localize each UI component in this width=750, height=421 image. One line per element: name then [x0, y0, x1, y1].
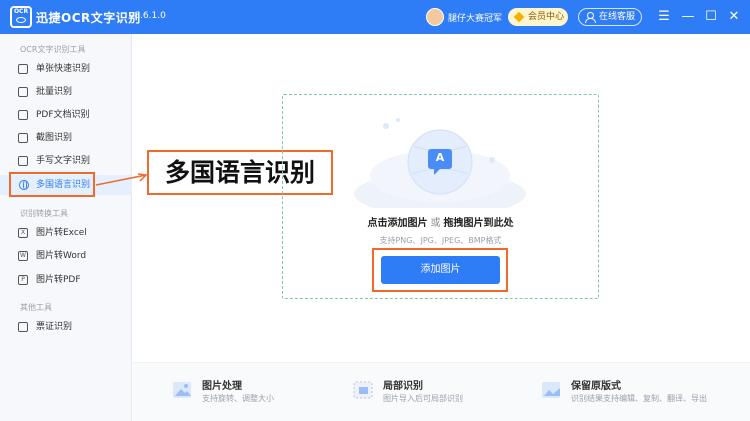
drop-prompt-or: 或 [430, 218, 441, 229]
app-logo: OCR [10, 6, 32, 28]
sidebar-item-screenshot[interactable]: 截图识别 [14, 128, 124, 148]
pdf-convert-icon: P [18, 275, 28, 285]
callout-arrow-icon [95, 173, 148, 186]
feature-title: 图片处理 [202, 381, 242, 392]
sidebar-group-ocr: OCR文字识别工具 [20, 45, 86, 54]
excel-icon: X [18, 228, 28, 238]
feature-title: 局部识别 [383, 381, 423, 392]
sidebar-item-label: 手写文字识别 [36, 156, 91, 166]
online-service-label: 在线客服 [599, 12, 636, 22]
illustration-letter: A [435, 151, 445, 164]
batch-icon [18, 87, 28, 97]
sidebar-item-label: 批量识别 [36, 87, 73, 97]
partial-select-icon [353, 381, 373, 399]
pdf-icon [18, 110, 28, 120]
sidebar-item-pdf[interactable]: PDF文档识别 [14, 105, 124, 125]
app-title: 迅捷OCR文字识别 [36, 11, 141, 25]
sidebar-item-to-word[interactable]: W 图片转Word [14, 246, 124, 266]
screenshot-icon [18, 133, 28, 143]
title-bar: OCR 迅捷OCR文字识别 v8.6.1.0 腿仔大赛冠军 会员中心 在线客服 … [0, 0, 750, 34]
image-process-icon [173, 382, 191, 398]
sidebar-group-conversion: 识别转换工具 [20, 209, 68, 218]
word-icon: W [18, 251, 28, 261]
pen-icon [18, 156, 28, 166]
feature-desc: 识别结果支持编辑、复制、翻译、导出 [571, 394, 707, 403]
sidebar-group-other: 其他工具 [20, 303, 52, 312]
sidebar-item-single-recognition[interactable]: 单张快速识别 [14, 59, 124, 79]
ticket-icon [18, 322, 28, 332]
sidebar-item-to-pdf[interactable]: P 图片转PDF [14, 270, 124, 290]
drop-prompt: 点击添加图片或拖拽图片到此处 [282, 214, 599, 229]
drop-prompt-click: 点击添加图片 [367, 218, 428, 229]
eye-icon [16, 17, 26, 23]
sidebar-item-label: PDF文档识别 [36, 110, 90, 120]
diamond-icon [513, 11, 525, 23]
sidebar-item-label: 单张快速识别 [36, 64, 91, 74]
user-name[interactable]: 腿仔大赛冠军 [448, 11, 502, 24]
feature-title: 保留原版式 [571, 381, 621, 392]
minimize-icon[interactable]: — [680, 8, 696, 26]
feature-desc: 支持旋转、调整大小 [202, 394, 274, 403]
person-icon [585, 12, 596, 23]
sidebar-highlight-box [9, 172, 95, 197]
maximize-icon[interactable]: ☐ [703, 8, 719, 26]
sidebar-item-handwriting[interactable]: 手写文字识别 [14, 151, 124, 171]
feature-desc: 图片导入后可局部识别 [383, 394, 463, 403]
vip-center-button[interactable]: 会员中心 [508, 8, 568, 26]
add-button-highlight-box [372, 248, 508, 292]
supported-formats: 支持PNG、JPG、JPEG、BMP格式 [379, 236, 502, 245]
close-icon[interactable]: ✕ [726, 8, 742, 26]
sidebar-item-batch[interactable]: 批量识别 [14, 82, 124, 102]
sidebar-item-label: 票证识别 [36, 322, 73, 332]
sidebar-item-label: 图片转Excel [36, 228, 87, 238]
sidebar-item-to-excel[interactable]: X 图片转Excel [14, 223, 124, 243]
sidebar-item-label: 截图识别 [36, 133, 73, 143]
sidebar-item-ticket[interactable]: 票证识别 [14, 317, 124, 337]
sidebar-item-label: 图片转PDF [36, 275, 81, 285]
app-version: v8.6.1.0 [129, 11, 166, 21]
vip-center-label: 会员中心 [528, 12, 565, 22]
sidebar-item-label: 图片转Word [36, 251, 87, 261]
online-service-button[interactable]: 在线客服 [578, 8, 642, 26]
drop-prompt-drag: 拖拽图片到此处 [443, 218, 514, 229]
avatar[interactable] [426, 8, 444, 26]
menu-icon[interactable]: ☰ [656, 8, 672, 26]
image-doc-icon [18, 64, 28, 74]
layout-keep-icon [542, 382, 560, 398]
logo-text: OCR [13, 8, 29, 15]
